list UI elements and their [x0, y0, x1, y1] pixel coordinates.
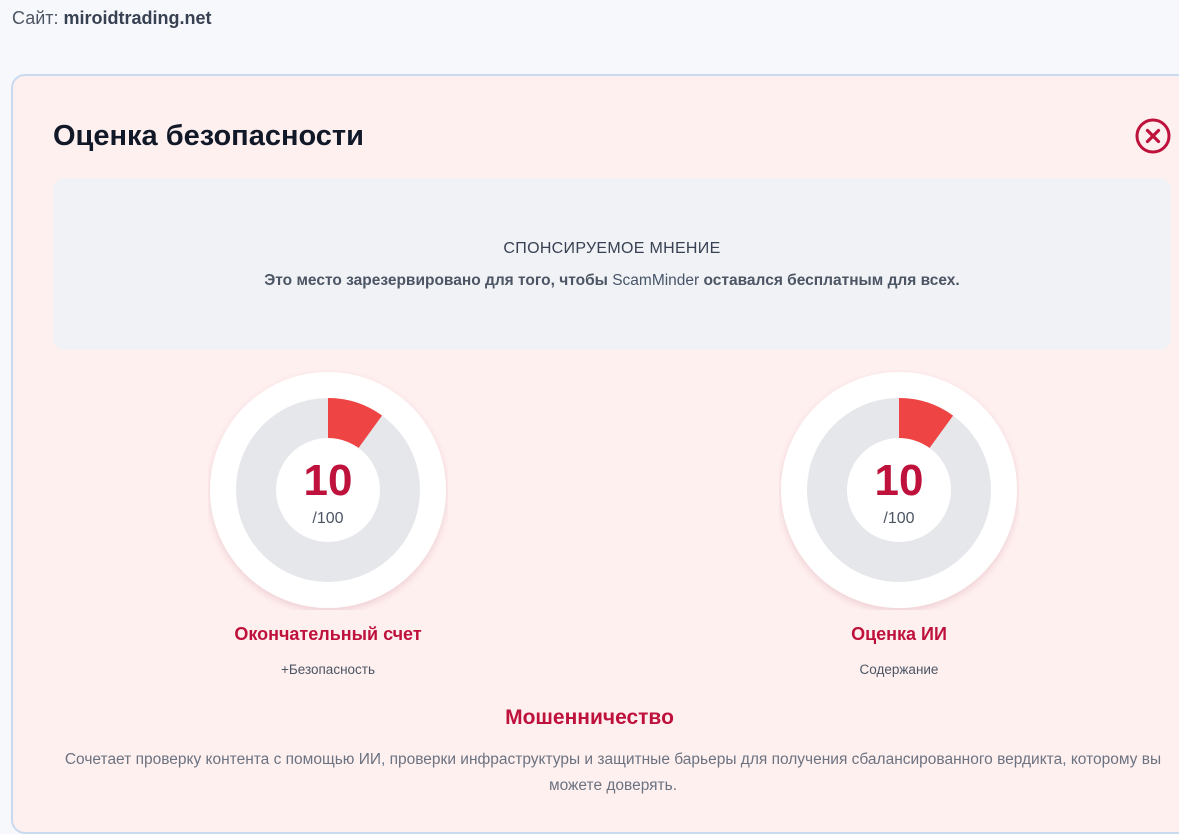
sponsored-brand: ScamMinder [612, 272, 700, 289]
sponsored-text-before: Это место зарезервировано для того, чтоб… [264, 272, 608, 289]
sponsored-opinion-box: СПОНСИРУЕМОЕ МНЕНИЕ Это место зарезервир… [53, 178, 1171, 350]
close-button[interactable] [1135, 118, 1171, 154]
gauge-score: 10 [875, 456, 924, 505]
sponsored-text-after: оставался бесплатным для всех. [703, 272, 960, 289]
final-score-label: Окончательный счет [234, 624, 422, 644]
gauge-score: 10 [304, 456, 353, 505]
final-score-sublabel: +Безопасность [281, 662, 375, 677]
ai-score-sublabel: Содержание [859, 662, 939, 677]
card-title: Оценка безопасности [53, 120, 364, 152]
sponsored-heading: СПОНСИРУЕМОЕ МНЕНИЕ [503, 240, 721, 257]
sponsored-text: Это место зарезервировано для того, чтоб… [53, 272, 1171, 290]
site-label: Сайт: [12, 8, 59, 28]
verdict-title: Мошенничество [505, 706, 674, 729]
verdict-description: Сочетает проверку контента с помощью ИИ,… [64, 751, 1162, 794]
final-score-gauge: 10 /100 [208, 370, 448, 610]
gauge-max: /100 [312, 510, 343, 527]
ai-score-label: Оценка ИИ [851, 624, 947, 644]
gauge-max: /100 [883, 510, 914, 527]
site-domain: miroidtrading.net [63, 8, 212, 28]
site-line: Сайт: miroidtrading.net [12, 8, 212, 29]
ai-score-gauge: 10 /100 [779, 370, 1019, 610]
close-circle-icon [1135, 118, 1171, 154]
